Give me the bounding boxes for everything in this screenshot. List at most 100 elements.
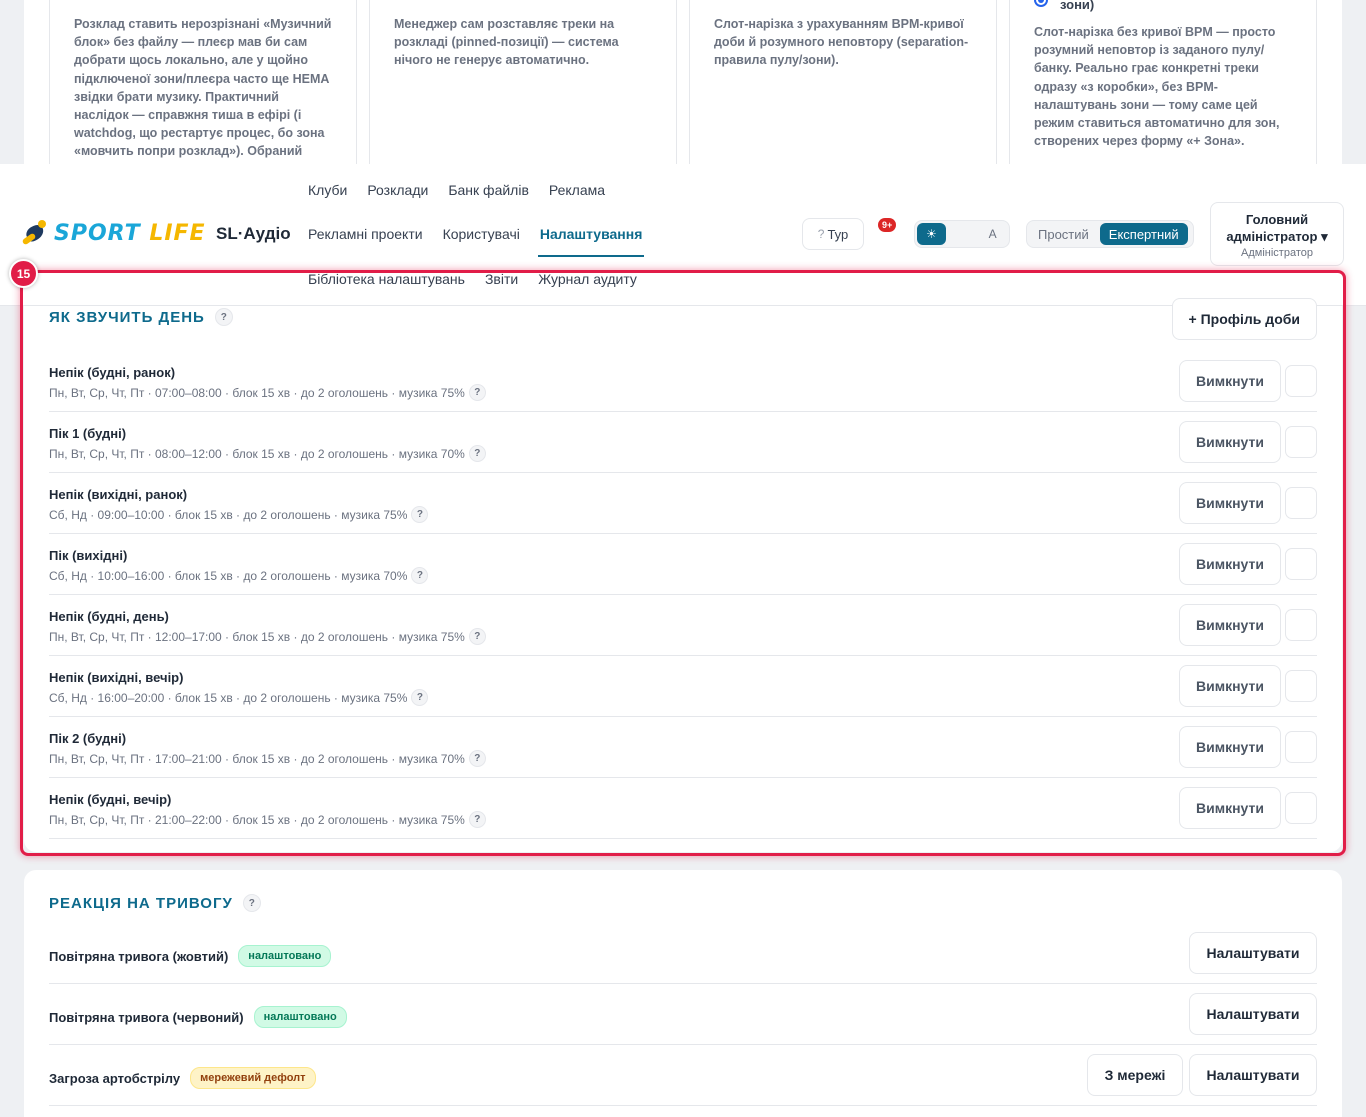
- profile-name: Пік 2 (будні): [49, 731, 127, 746]
- mode-radio-selected[interactable]: [1034, 0, 1048, 7]
- alarm-name: Повітряна тривога (червоний): [49, 1009, 244, 1025]
- user-role: Адміністратор: [1241, 247, 1313, 259]
- profile-meta: Пн, Вт, Ср, Чт, Пт · 17:00–21:00 · блок …: [49, 751, 465, 766]
- edit-icon[interactable]: [1285, 548, 1317, 580]
- nav-link-settings-library[interactable]: Бібліотека налаштувань: [308, 271, 465, 287]
- configure-button[interactable]: Налаштувати: [1189, 932, 1317, 974]
- help-icon[interactable]: ?: [468, 445, 486, 462]
- disable-profile-button[interactable]: Вимкнути: [1179, 604, 1281, 646]
- ui-mode-switcher: Простий Експертний: [1026, 220, 1194, 248]
- help-icon[interactable]: ?: [411, 567, 429, 584]
- profile-meta: Пн, Вт, Ср, Чт, Пт · 07:00–08:00 · блок …: [49, 385, 465, 400]
- edit-icon[interactable]: [1285, 731, 1317, 763]
- highlight-step-badge: 15: [9, 259, 38, 288]
- nav-link-ad-projects[interactable]: Рекламні проекти: [308, 226, 423, 242]
- help-icon[interactable]: ?: [468, 750, 486, 767]
- question-icon: ?: [817, 227, 825, 241]
- nav-row-2: Рекламні проекти Користувачі Налаштуванн…: [308, 226, 644, 257]
- mode-description: Слот-нарізка з урахуванням BPM-кривої до…: [714, 17, 969, 68]
- edit-icon[interactable]: [1285, 365, 1317, 397]
- from-network-button[interactable]: З мережі: [1087, 1054, 1183, 1096]
- nav-link-schedules[interactable]: Розклади: [367, 182, 428, 198]
- profile-meta: Сб, Нд · 16:00–20:00 · блок 15 хв · до 2…: [49, 690, 408, 705]
- tour-button[interactable]: ? Тур: [802, 218, 864, 250]
- profile-name: Непік (будні, вечір): [49, 792, 172, 807]
- user-menu[interactable]: Головний адміністратор ▾ Адміністратор: [1210, 202, 1344, 266]
- nav-link-clubs[interactable]: Клуби: [308, 182, 347, 198]
- user-name: Головний адміністратор: [1226, 212, 1318, 244]
- tour-label: Тур: [827, 226, 849, 242]
- nav-link-file-bank[interactable]: Банк файлів: [448, 182, 529, 198]
- disable-profile-button[interactable]: Вимкнути: [1179, 360, 1281, 402]
- mode-simple-option[interactable]: Простий: [1029, 223, 1098, 245]
- profile-name: Пік (вихідні): [49, 548, 128, 563]
- day-profiles-card: ЯК ЗВУЧИТЬ ДЕНЬ ? + Профіль доби Непік (…: [24, 298, 1342, 852]
- edit-icon[interactable]: [1285, 426, 1317, 458]
- mode-radio-label: зони): [1060, 0, 1095, 12]
- mode-card-smart-rotation[interactable]: зони) Слот-нарізка без кривої BPM — прос…: [1009, 0, 1317, 164]
- day-profile-row: Непік (будні, вечір) Пн, Вт, Ср, Чт, Пт ·…: [49, 778, 1317, 839]
- theme-switcher: ☀ A: [914, 220, 1010, 248]
- section-title: РЕАКЦІЯ НА ТРИВОГУ: [49, 894, 233, 912]
- profile-meta: Пн, Вт, Ср, Чт, Пт · 12:00–17:00 · блок …: [49, 629, 465, 644]
- edit-icon[interactable]: [1285, 670, 1317, 702]
- nav-link-ads[interactable]: Реклама: [549, 182, 605, 198]
- edit-icon[interactable]: [1285, 792, 1317, 824]
- app-header: SPORT LIFE SL·Аудіо Клуби Розклади Банк …: [0, 164, 1366, 306]
- mode-description: Слот-нарізка без кривої BPM — просто роз…: [1034, 25, 1280, 149]
- profile-meta: Сб, Нд · 10:00–16:00 · блок 15 хв · до 2…: [49, 568, 408, 583]
- day-profile-row: Непік (будні, ранок) Пн, Вт, Ср, Чт, Пт ·…: [49, 351, 1317, 412]
- profile-name: Непік (будні, день): [49, 609, 169, 624]
- alarm-row: Повітряна тривога (червоний) налаштовано Н…: [49, 984, 1317, 1045]
- nav-link-users[interactable]: Користувачі: [443, 226, 520, 242]
- day-profile-row: Непік (вихідні, вечір) Сб, Нд · 16:00–20:…: [49, 656, 1317, 717]
- add-day-profile-button[interactable]: + Профіль доби: [1171, 298, 1317, 340]
- nav-link-reports[interactable]: Звіти: [485, 271, 518, 287]
- disable-profile-button[interactable]: Вимкнути: [1179, 787, 1281, 829]
- status-badge: налаштовано: [253, 1006, 347, 1028]
- help-icon[interactable]: ?: [468, 811, 486, 828]
- day-section-header: ЯК ЗВУЧИТЬ ДЕНЬ ?: [49, 308, 233, 326]
- configure-button[interactable]: Налаштувати: [1189, 993, 1317, 1035]
- edit-icon[interactable]: [1285, 609, 1317, 641]
- day-profile-row: Пік 2 (будні) Пн, Вт, Ср, Чт, Пт · 17:00–…: [49, 717, 1317, 778]
- help-icon[interactable]: ?: [411, 506, 429, 523]
- mode-card-manual[interactable]: Менеджер сам розставляє треки на розклад…: [369, 0, 677, 164]
- mode-card-bpm-curve[interactable]: Слот-нарізка з урахуванням BPM-кривої до…: [689, 0, 997, 164]
- disable-profile-button[interactable]: Вимкнути: [1179, 543, 1281, 585]
- profile-meta: Пн, Вт, Ср, Чт, Пт · 21:00–22:00 · блок …: [49, 812, 465, 827]
- mode-description: Менеджер сам розставляє треки на розклад…: [394, 17, 619, 68]
- logo-text-sport: SPORT: [54, 220, 141, 246]
- mode-cards-panel: Розклад ставить нерозрізнані «Музичний б…: [24, 0, 1342, 164]
- nav-link-audit-log[interactable]: Журнал аудиту: [538, 271, 637, 287]
- status-badge: налаштовано: [238, 945, 332, 967]
- logo-text-life: LIFE: [149, 220, 206, 246]
- profile-name: Непік (вихідні, ранок): [49, 487, 188, 502]
- day-profile-row: Пік 1 (будні) Пн, Вт, Ср, Чт, Пт · 08:00–…: [49, 412, 1317, 473]
- nav-link-settings[interactable]: Налаштування: [537, 226, 644, 257]
- disable-profile-button[interactable]: Вимкнути: [1179, 726, 1281, 768]
- help-icon[interactable]: ?: [468, 384, 486, 401]
- profile-meta: Пн, Вт, Ср, Чт, Пт · 08:00–12:00 · блок …: [49, 446, 465, 461]
- moon-icon[interactable]: [948, 223, 977, 245]
- profile-name: Непік (будні, ранок): [49, 365, 176, 380]
- sport-life-logo[interactable]: SPORT LIFE: [21, 220, 206, 246]
- runner-logo-icon: [21, 220, 50, 246]
- disable-profile-button[interactable]: Вимкнути: [1179, 665, 1281, 707]
- help-icon[interactable]: ?: [468, 628, 486, 645]
- mode-expert-option[interactable]: Експертний: [1099, 223, 1188, 245]
- help-icon[interactable]: ?: [214, 308, 233, 326]
- chevron-down-icon: ▾: [1321, 229, 1328, 244]
- disable-profile-button[interactable]: Вимкнути: [1179, 421, 1281, 463]
- mode-card-empty-block[interactable]: Розклад ставить нерозрізнані «Музичний б…: [49, 0, 357, 164]
- auto-theme-option[interactable]: A: [978, 223, 1007, 245]
- help-icon[interactable]: ?: [242, 894, 261, 912]
- help-icon[interactable]: ?: [411, 689, 429, 706]
- day-profile-row: Непік (будні, день) Пн, Вт, Ср, Чт, Пт · …: [49, 595, 1317, 656]
- profile-meta: Сб, Нд · 09:00–10:00 · блок 15 хв · до 2…: [49, 507, 408, 522]
- sun-icon[interactable]: ☀: [917, 223, 946, 245]
- disable-profile-button[interactable]: Вимкнути: [1179, 482, 1281, 524]
- edit-icon[interactable]: [1285, 487, 1317, 519]
- day-profile-row: Пік (вихідні) Сб, Нд · 10:00–16:00 · блок…: [49, 534, 1317, 595]
- configure-button[interactable]: Налаштувати: [1189, 1054, 1317, 1096]
